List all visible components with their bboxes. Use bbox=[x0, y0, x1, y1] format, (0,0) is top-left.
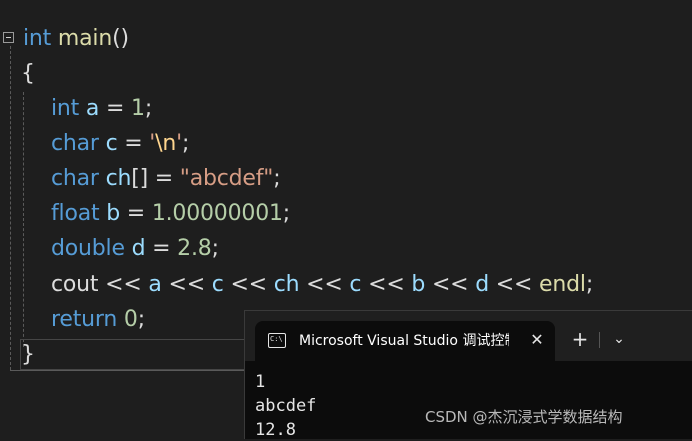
code-token: [] = bbox=[131, 166, 180, 191]
code-line[interactable]: cout << a << c << ch << c << b << d << e… bbox=[51, 270, 593, 300]
code-token: ; bbox=[282, 201, 291, 226]
code-line[interactable]: int a = 1; bbox=[51, 94, 152, 124]
code-line[interactable]: { bbox=[21, 59, 35, 89]
code-token: d bbox=[131, 236, 146, 261]
collapse-icon[interactable] bbox=[3, 32, 14, 43]
tab-bar-divider bbox=[599, 332, 600, 348]
code-token: ; bbox=[585, 272, 594, 297]
code-token: endl bbox=[539, 272, 586, 297]
console-output-line: 1 bbox=[255, 372, 266, 392]
code-token: c bbox=[211, 272, 224, 297]
code-token: << bbox=[299, 272, 350, 297]
code-token: int bbox=[23, 26, 52, 51]
terminal-icon: C:\ bbox=[268, 333, 286, 348]
code-token: float bbox=[51, 201, 100, 226]
code-token: 1 bbox=[131, 96, 145, 121]
fold-guide-line bbox=[10, 46, 11, 370]
code-line[interactable]: float b = 1.00000001; bbox=[51, 199, 290, 229]
csdn-watermark: CSDN @杰沉浸式学数据结构 bbox=[425, 408, 623, 426]
code-token: << bbox=[425, 272, 476, 297]
code-token: double bbox=[51, 236, 125, 261]
console-output-line: abcdef bbox=[255, 396, 317, 416]
code-token: << bbox=[223, 272, 274, 297]
code-token: int bbox=[51, 96, 80, 121]
code-token: ; bbox=[211, 236, 219, 261]
code-token: () bbox=[112, 26, 129, 51]
code-token: } bbox=[21, 342, 35, 367]
code-line[interactable]: char ch[] = "abcdef"; bbox=[51, 164, 281, 194]
code-token: 2.8 bbox=[177, 236, 212, 261]
code-token: ; bbox=[273, 166, 281, 191]
code-token: d bbox=[475, 272, 489, 297]
code-token: b bbox=[411, 272, 426, 297]
code-token: << bbox=[488, 272, 540, 297]
console-tab-title: Microsoft Visual Studio 调试控制台 bbox=[299, 333, 509, 349]
code-token: ; bbox=[144, 96, 153, 121]
code-token: << bbox=[98, 272, 149, 297]
current-line-highlight bbox=[20, 339, 250, 370]
code-token: ch bbox=[105, 166, 132, 191]
code-token: char bbox=[51, 166, 99, 191]
code-token: 0 bbox=[123, 307, 138, 332]
code-token: = bbox=[120, 201, 152, 226]
indent-guide-line bbox=[23, 92, 24, 347]
code-token: a bbox=[85, 96, 100, 121]
code-line[interactable]: char c = '\n'; bbox=[51, 129, 189, 159]
code-token: ch bbox=[273, 272, 300, 297]
code-line[interactable]: return 0; bbox=[51, 305, 145, 335]
chevron-down-icon[interactable]: ⌄ bbox=[609, 329, 629, 349]
close-icon[interactable]: ✕ bbox=[527, 330, 547, 350]
code-token: a bbox=[148, 272, 162, 297]
code-token: return bbox=[51, 307, 118, 332]
fold-end-line bbox=[10, 370, 250, 371]
code-token: \n bbox=[155, 131, 177, 156]
code-line[interactable]: double d = 2.8; bbox=[51, 234, 219, 264]
code-line[interactable]: int main() bbox=[23, 24, 129, 54]
code-token: cout bbox=[51, 272, 99, 297]
code-token: ; bbox=[181, 131, 190, 156]
code-token: = bbox=[117, 131, 150, 156]
code-token: b bbox=[106, 201, 120, 226]
code-token: << bbox=[361, 272, 412, 297]
code-token: << bbox=[161, 272, 212, 297]
code-token: c bbox=[349, 272, 362, 297]
code-token: { bbox=[21, 61, 35, 86]
code-token: main bbox=[57, 26, 113, 51]
console-tab[interactable]: C:\ Microsoft Visual Studio 调试控制台 ✕ bbox=[255, 321, 555, 361]
code-token: ; bbox=[137, 307, 145, 332]
code-token: 1.00000001 bbox=[151, 201, 283, 226]
code-line[interactable]: } bbox=[21, 340, 35, 370]
code-token: "abcdef" bbox=[179, 166, 274, 191]
code-token: = bbox=[99, 96, 132, 121]
code-token: char bbox=[51, 131, 99, 156]
new-tab-button[interactable]: + bbox=[570, 329, 590, 349]
code-token: c bbox=[105, 131, 118, 156]
code-token: = bbox=[145, 236, 178, 261]
console-tab-bar: C:\ Microsoft Visual Studio 调试控制台 ✕ + ⌄ bbox=[245, 311, 692, 361]
